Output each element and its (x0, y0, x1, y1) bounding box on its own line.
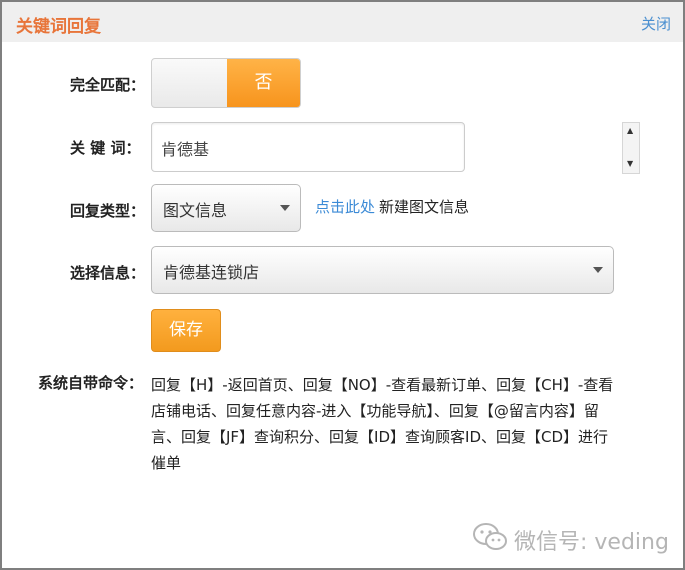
create-news-text: 新建图文信息 (379, 198, 470, 216)
keyword-reply-dialog: 关键词回复 关闭 完全匹配： 否 关 键 词： 肯德基 ▲ ▼ 回复类型： 图文… (0, 0, 685, 570)
scroll-down-icon[interactable]: ▼ (627, 159, 633, 168)
reply-type-value: 图文信息 (163, 201, 228, 220)
dialog-title: 关键词回复 (16, 17, 101, 37)
select-info-label: 选择信息： (70, 264, 146, 282)
exact-match-label: 完全匹配： (70, 76, 146, 94)
keyword-label: 关 键 词： (70, 139, 141, 157)
chevron-down-icon (593, 267, 603, 273)
select-info-select[interactable]: 肯德基连锁店 (151, 246, 614, 294)
close-button[interactable]: 关闭 (641, 13, 671, 34)
create-news-link[interactable]: 点击此处 (315, 196, 375, 217)
keyword-scrollbar[interactable]: ▲ ▼ (622, 122, 640, 174)
reply-type-select[interactable]: 图文信息 (151, 184, 301, 232)
keyword-input[interactable]: 肯德基 (151, 122, 465, 172)
toggle-off-label: 否 (227, 59, 300, 107)
reply-type-label: 回复类型： (70, 202, 146, 220)
exact-match-toggle[interactable]: 否 (151, 58, 301, 108)
save-button[interactable]: 保存 (151, 309, 221, 352)
system-commands-label: 系统自带命令： (38, 374, 144, 392)
keyword-value: 肯德基 (161, 140, 210, 159)
wechat-icon (473, 523, 507, 550)
chevron-down-icon (280, 205, 290, 211)
watermark-text: 微信号: veding (514, 530, 669, 555)
dialog-titlebar: 关键词回复 关闭 (2, 2, 683, 42)
scroll-up-icon[interactable]: ▲ (627, 126, 633, 135)
watermark: 微信号: veding (472, 522, 669, 555)
select-info-value: 肯德基连锁店 (163, 263, 260, 282)
system-commands-text: 回复【H】-返回首页、回复【NO】-查看最新订单、回复【CH】-查看店铺电话、回… (151, 376, 614, 472)
